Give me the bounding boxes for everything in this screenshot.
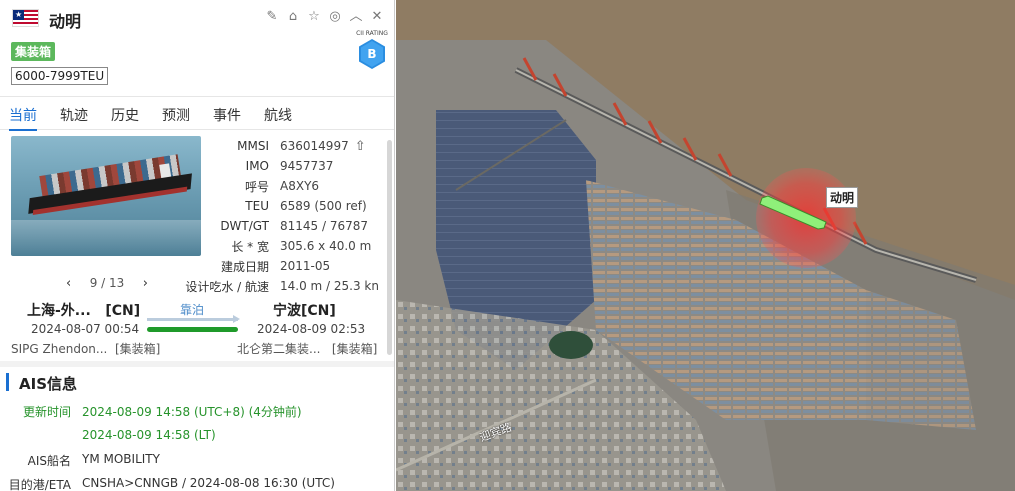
section-divider — [0, 361, 394, 367]
photo-page-indicator: 9 / 13 — [89, 276, 125, 290]
star-icon[interactable]: ☆ — [307, 10, 321, 24]
arrival-time: 2024-08-09 02:53 — [257, 322, 366, 336]
panel-scrollbar[interactable] — [387, 140, 392, 355]
spec-label: 设计吃水 / 航速 — [185, 279, 269, 294]
ais-value: CNSHA>CNNGB / 2024-08-08 16:30 (UTC) — [82, 476, 335, 490]
spec-teu: TEU 6589 (500 ref) — [205, 196, 385, 216]
cii-rating-label: CII RATING — [356, 30, 388, 37]
ais-row-update-time: 更新时间 2024-08-09 14:58 (UTC+8) (4分钟前) — [0, 403, 394, 420]
route-arrow-icon — [147, 315, 240, 323]
spec-value: 2011-05 — [280, 259, 331, 273]
voyage-route: 上海-外... [CN] 靠泊 宁波[CN] 2024-08-07 00:54 … — [0, 298, 394, 358]
share-icon[interactable]: ⇧ — [355, 139, 366, 154]
spec-value: 305.6 x 40.0 m — [280, 239, 372, 253]
spec-value: A8XY6 — [280, 179, 320, 193]
target-icon[interactable]: ◎ — [328, 10, 342, 24]
spec-value: 6589 (500 ref) — [280, 199, 367, 213]
spec-value: 636014997 — [280, 139, 349, 153]
spec-label: MMSI — [237, 139, 269, 153]
spec-draft-speed: 设计吃水 / 航速 14.0 m / 25.3 kn — [177, 276, 385, 296]
voyage-status: 靠泊 — [180, 303, 205, 317]
liberia-flag-icon: ★ — [12, 9, 39, 27]
spec-label: IMO — [245, 159, 269, 173]
ship-photo[interactable] — [11, 136, 201, 256]
panel-header: ★ 动明 ✎ ⌂ ☆ ◎ ︿ ✕ — [0, 0, 394, 36]
tab-route[interactable]: 航线 — [264, 97, 292, 130]
spec-value: 81145 / 76787 — [280, 219, 369, 233]
ais-label: 目的港/ETA — [8, 478, 71, 491]
ais-row-local-time: 2024-08-09 14:58 (LT) — [0, 428, 394, 442]
cii-hexagon-icon: B — [359, 39, 385, 69]
cii-grade: B — [361, 41, 383, 67]
tag-icon[interactable]: ⌂ — [286, 10, 300, 24]
voyage-progress-bar — [147, 327, 238, 332]
spec-mmsi: MMSI 636014997 ⇧ — [205, 136, 385, 156]
ship-type-badge: 集装箱 — [11, 42, 56, 61]
spec-callsign: 呼号 A8XY6 — [205, 176, 385, 196]
spec-label: 呼号 — [244, 179, 269, 194]
tab-history[interactable]: 历史 — [111, 97, 139, 130]
spec-dwt-gt: DWT/GT 81145 / 76787 — [205, 216, 385, 236]
ais-row-ship-name: AIS船名 YM MOBILITY — [0, 452, 394, 469]
spec-imo: IMO 9457737 — [205, 156, 385, 176]
tab-forecast[interactable]: 预测 — [162, 97, 190, 130]
ais-row-destination: 目的港/ETA CNSHA>CNNGB / 2024-08-08 16:30 (… — [0, 476, 394, 491]
map-canvas[interactable] — [396, 0, 1015, 491]
edit-icon[interactable]: ✎ — [265, 10, 279, 24]
spec-value: 9457737 — [280, 159, 334, 173]
departure-terminal[interactable]: SIPG Zhendon... [集装箱] — [11, 340, 160, 357]
teu-class-badge: 6000-7999TEU — [11, 67, 109, 85]
close-icon[interactable]: ✕ — [370, 10, 384, 24]
photo-pager: ‹ 9 / 13 › — [66, 276, 148, 291]
ship-specs: MMSI 636014997 ⇧ IMO 9457737 呼号 A8XY6 TE… — [185, 136, 385, 296]
departure-time: 2024-08-07 00:54 — [31, 322, 140, 336]
spec-built: 建成日期 2011-05 — [205, 256, 385, 276]
tab-track[interactable]: 轨迹 — [60, 97, 88, 130]
next-photo-button[interactable]: › — [143, 276, 148, 291]
arrival-terminal[interactable]: 北仑第二集装... [集装箱] — [237, 340, 377, 357]
ais-value: 2024-08-09 14:58 (UTC+8) (4分钟前) — [82, 405, 302, 419]
spec-label: 建成日期 — [220, 259, 269, 274]
collapse-icon[interactable]: ︿ — [349, 10, 363, 24]
arrival-port[interactable]: 宁波[CN] — [273, 300, 336, 320]
ais-label — [0, 428, 71, 442]
ship-name: 动明 — [49, 12, 82, 31]
ais-label: 更新时间 — [22, 405, 71, 419]
spec-value: 14.0 m / 25.3 kn — [280, 279, 379, 293]
tab-bar: 当前 轨迹 历史 预测 事件 航线 — [0, 96, 394, 131]
satellite-map[interactable]: 动明 迎宾路 — [396, 0, 1015, 491]
ais-label: AIS船名 — [27, 454, 71, 468]
ais-section-title: AIS信息 — [6, 373, 77, 393]
spec-label: 长 * 宽 — [231, 239, 269, 254]
tab-current[interactable]: 当前 — [9, 97, 37, 131]
ship-info-panel: ★ 动明 ✎ ⌂ ☆ ◎ ︿ ✕ 集装箱 6000-7999TEU CII RA… — [0, 0, 395, 491]
ship-map-label[interactable]: 动明 — [826, 187, 859, 208]
cii-rating[interactable]: CII RATING B — [355, 30, 389, 69]
spec-label: TEU — [245, 199, 269, 213]
tab-events[interactable]: 事件 — [213, 97, 241, 130]
departure-port[interactable]: 上海-外... [CN] — [27, 300, 140, 320]
ais-value: YM MOBILITY — [82, 452, 160, 466]
spec-dimensions: 长 * 宽 305.6 x 40.0 m — [205, 236, 385, 256]
prev-photo-button[interactable]: ‹ — [66, 276, 71, 291]
header-toolbar: ✎ ⌂ ☆ ◎ ︿ ✕ — [265, 10, 384, 24]
ais-value: 2024-08-09 14:58 (LT) — [82, 428, 216, 442]
spec-label: DWT/GT — [220, 219, 269, 233]
